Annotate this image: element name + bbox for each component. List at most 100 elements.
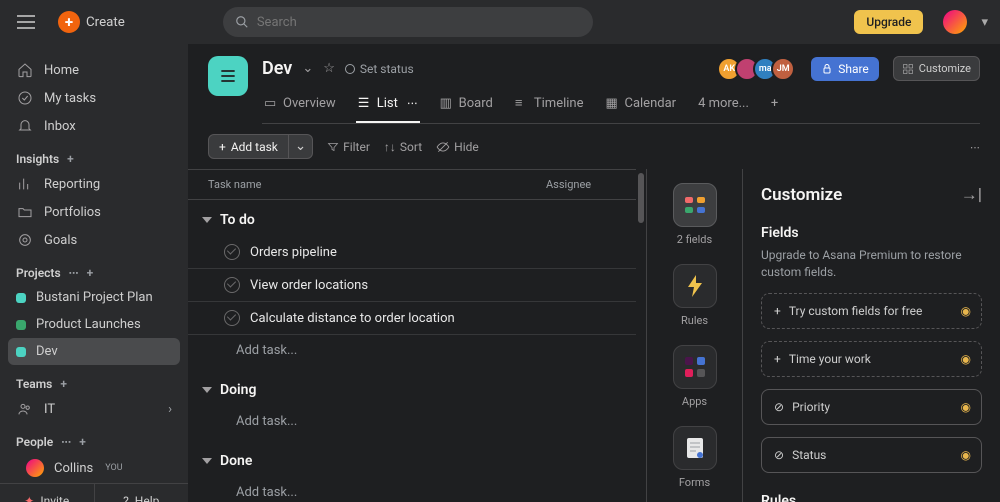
help-icon: ?: [123, 494, 129, 502]
plus-icon[interactable]: +: [67, 152, 74, 166]
plus-icon[interactable]: +: [87, 266, 94, 280]
column-header-taskname[interactable]: Task name: [208, 178, 546, 191]
rules-section-title: Rules: [761, 493, 982, 502]
sidebar-item-goals[interactable]: Goals: [0, 226, 188, 254]
plus-icon[interactable]: +: [60, 377, 67, 391]
try-custom-fields-card[interactable]: + Try custom fields for free ◉: [761, 293, 982, 329]
sidebar-item-home[interactable]: Home: [0, 56, 188, 84]
plus-icon: +: [219, 140, 226, 154]
project-title[interactable]: Dev: [262, 58, 292, 79]
add-task-inline[interactable]: Add task...: [188, 477, 636, 502]
sidebar-section-teams[interactable]: Teams +: [0, 365, 188, 395]
sidebar-item-reporting[interactable]: Reporting: [0, 170, 188, 198]
project-color-dot: [16, 320, 26, 330]
timeline-icon: ≡: [515, 96, 529, 110]
people-icon: [16, 401, 34, 417]
rail-apps[interactable]: Apps: [673, 345, 717, 408]
sidebar-item-inbox[interactable]: Inbox: [0, 112, 188, 140]
lock-icon: [821, 63, 833, 75]
user-avatar[interactable]: [943, 10, 967, 34]
tab-timeline[interactable]: ≡Timeline: [513, 89, 586, 123]
complete-checkbox[interactable]: [224, 277, 240, 293]
status-field-card[interactable]: ⊘ Status ◉: [761, 437, 982, 473]
time-your-work-card[interactable]: + Time your work ◉: [761, 341, 982, 377]
complete-checkbox[interactable]: [224, 310, 240, 326]
scrollbar[interactable]: [636, 169, 646, 502]
add-task-dropdown[interactable]: ⌄: [289, 134, 313, 159]
sidebar-project-2[interactable]: Dev: [8, 338, 180, 365]
sidebar-label: Bustani Project Plan: [36, 290, 153, 305]
search-input-wrapper[interactable]: [223, 7, 593, 37]
section-header-doing[interactable]: Doing: [188, 374, 636, 406]
member-avatars[interactable]: AK ma JM: [723, 57, 795, 81]
complete-checkbox[interactable]: [224, 244, 240, 260]
task-row[interactable]: View order locations: [188, 269, 636, 302]
share-button[interactable]: Share: [811, 57, 879, 81]
sidebar-item-mytasks[interactable]: My tasks: [0, 84, 188, 112]
ellipsis-icon[interactable]: ∙∙∙: [61, 435, 71, 449]
chevron-down-icon[interactable]: ⌄: [302, 61, 313, 76]
sidebar-item-portfolios[interactable]: Portfolios: [0, 198, 188, 226]
filter-button[interactable]: Filter: [327, 140, 370, 154]
status-dot-icon: [345, 64, 355, 74]
add-task-inline[interactable]: Add task...: [188, 335, 636, 366]
tab-list[interactable]: ☰List∙∙∙: [356, 89, 420, 123]
fields-section-title: Fields: [761, 225, 982, 241]
sidebar-person-0[interactable]: Collins YOU: [0, 453, 188, 483]
overview-icon: ▭: [264, 96, 278, 110]
sidebar-team-0[interactable]: IT ›: [0, 395, 188, 423]
tab-overview[interactable]: ▭Overview: [262, 89, 338, 123]
create-button[interactable]: + Create: [50, 7, 133, 37]
priority-field-card[interactable]: ⊘ Priority ◉: [761, 389, 982, 425]
tab-calendar[interactable]: ▦Calendar: [603, 89, 678, 123]
task-name: Calculate distance to order location: [250, 311, 455, 326]
sort-button[interactable]: ↑↓Sort: [384, 140, 422, 154]
column-header-assignee[interactable]: Assignee: [546, 178, 616, 191]
sidebar-section-insights[interactable]: Insights +: [0, 140, 188, 170]
sidebar-label: My tasks: [44, 91, 96, 106]
sidebar-section-people[interactable]: People ∙∙∙ +: [0, 423, 188, 453]
task-row[interactable]: Calculate distance to order location: [188, 302, 636, 335]
tab-more[interactable]: 4 more...: [696, 89, 751, 123]
tab-board[interactable]: ▥Board: [438, 89, 495, 123]
invite-icon: ✦: [24, 494, 34, 502]
star-icon[interactable]: ☆: [323, 61, 335, 76]
sidebar-project-0[interactable]: Bustani Project Plan: [0, 284, 188, 311]
set-status-button[interactable]: Set status: [345, 62, 414, 76]
ellipsis-icon[interactable]: ∙∙∙: [69, 266, 79, 280]
caret-down-icon: [202, 387, 212, 393]
rail-rules[interactable]: Rules: [673, 264, 717, 327]
rail-forms[interactable]: Forms: [673, 426, 717, 489]
premium-badge-icon: ◉: [961, 448, 971, 462]
upgrade-button[interactable]: Upgrade: [854, 10, 923, 34]
ellipsis-icon[interactable]: ∙∙∙: [407, 95, 418, 111]
fields-icon: [673, 183, 717, 227]
hamburger-menu-icon[interactable]: [12, 8, 40, 36]
task-row[interactable]: Orders pipeline: [188, 236, 636, 269]
customize-button[interactable]: Customize: [893, 56, 980, 81]
add-tab-button[interactable]: +: [769, 89, 780, 123]
plus-icon[interactable]: +: [79, 435, 86, 449]
add-task-button[interactable]: +Add task: [208, 134, 289, 159]
task-name: View order locations: [250, 278, 368, 293]
project-color-dot: [16, 293, 26, 303]
hide-button[interactable]: Hide: [436, 140, 479, 154]
lightning-icon: [673, 264, 717, 308]
collapse-panel-icon[interactable]: →|: [961, 185, 982, 205]
section-header-todo[interactable]: To do: [188, 204, 636, 236]
eye-off-icon: [436, 140, 450, 154]
more-actions-button[interactable]: ∙∙∙: [970, 140, 980, 154]
sidebar-section-projects[interactable]: Projects ∙∙∙ +: [0, 254, 188, 284]
add-task-inline[interactable]: Add task...: [188, 406, 636, 437]
rail-fields[interactable]: 2 fields: [673, 183, 717, 246]
sidebar-project-1[interactable]: Product Launches: [0, 311, 188, 338]
list-icon: ☰: [358, 96, 372, 110]
sidebar-label: Dev: [36, 344, 58, 359]
help-button[interactable]: ? Help: [95, 484, 189, 502]
search-input[interactable]: [257, 15, 581, 30]
section-header-done[interactable]: Done: [188, 445, 636, 477]
customize-panel: Customize →| Fields Upgrade to Asana Pre…: [742, 169, 1000, 502]
chevron-down-icon[interactable]: ▾: [981, 15, 988, 30]
invite-button[interactable]: ✦ Invite: [0, 484, 95, 502]
sort-icon: ↑↓: [384, 140, 396, 154]
